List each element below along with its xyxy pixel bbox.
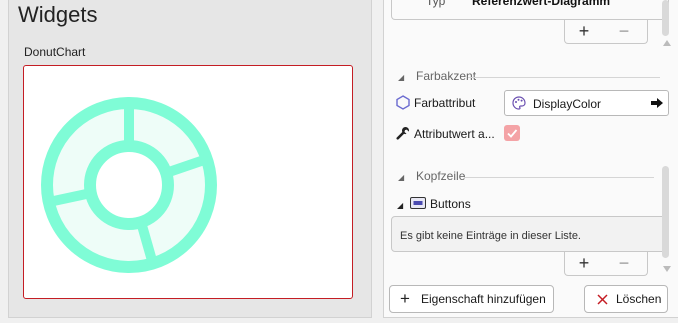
section-divider xyxy=(468,77,660,78)
donut-chart xyxy=(41,97,217,273)
widget-label: DonutChart xyxy=(24,45,86,59)
wrench-icon xyxy=(396,127,409,140)
widgets-panel: Widgets DonutChart xyxy=(8,0,372,318)
add-property-label: Eigenschaft hinzufügen xyxy=(421,292,546,306)
palette-icon xyxy=(512,96,526,110)
hexagon-icon xyxy=(396,95,410,110)
section-heading: Kopfzeile xyxy=(416,169,466,183)
previous-list-buttons: + − xyxy=(564,20,648,44)
empty-list-text: Es gibt keine Einträge in dieser Liste. xyxy=(400,230,581,242)
expand-triangle-icon: ◢ xyxy=(397,201,404,210)
buttons-list: Es gibt keine Einträge in dieser Liste. xyxy=(391,216,669,252)
farbattribut-label: Farbattribut xyxy=(414,96,476,110)
farbattribut-dropdown[interactable]: DisplayColor xyxy=(504,90,669,116)
scroll-up-icon[interactable] xyxy=(663,40,671,46)
section-divider xyxy=(464,177,654,178)
delete-label: Löschen xyxy=(616,292,662,306)
delete-button[interactable]: Löschen xyxy=(584,285,668,313)
collapse-triangle-icon: ◢ xyxy=(398,73,405,82)
add-property-button[interactable]: + Eigenschaft hinzufügen xyxy=(389,285,554,313)
donut-chart-widget[interactable] xyxy=(23,65,353,299)
buttons-list-controls: + − xyxy=(564,252,648,276)
add-item-button[interactable]: + xyxy=(574,253,594,273)
plus-icon: + xyxy=(400,289,410,308)
section-farbakzent[interactable]: ◢ Farbakzent xyxy=(398,69,476,83)
close-icon xyxy=(597,294,608,305)
button-icon xyxy=(410,197,426,209)
typ-label: Typ xyxy=(426,0,446,8)
buttons-group-header[interactable]: ◢ xyxy=(397,197,409,211)
section-heading: Farbakzent xyxy=(416,69,477,83)
checkmark-icon xyxy=(507,129,518,138)
panel-title: Widgets xyxy=(18,2,98,27)
remove-item-button[interactable]: − xyxy=(614,21,634,41)
properties-panel: Typ Referenzwert-Diagramm + − ◢ Farbakzen… xyxy=(383,0,678,318)
attributwert-label: Attributwert a... xyxy=(414,127,495,141)
scroll-thumb[interactable] xyxy=(662,0,669,36)
section-kopfzeile[interactable]: ◢ Kopfzeile xyxy=(398,169,465,183)
add-item-button[interactable]: + xyxy=(574,21,594,41)
collapse-triangle-icon: ◢ xyxy=(398,173,405,182)
scroll-thumb[interactable] xyxy=(662,166,669,258)
scroll-down-icon[interactable] xyxy=(663,266,671,272)
remove-item-button[interactable]: − xyxy=(614,253,634,273)
typ-value: Referenzwert-Diagramm xyxy=(472,0,611,8)
farbattribut-value: DisplayColor xyxy=(533,97,602,111)
buttons-label: Buttons xyxy=(430,197,471,211)
attributwert-checkbox[interactable] xyxy=(504,125,520,141)
